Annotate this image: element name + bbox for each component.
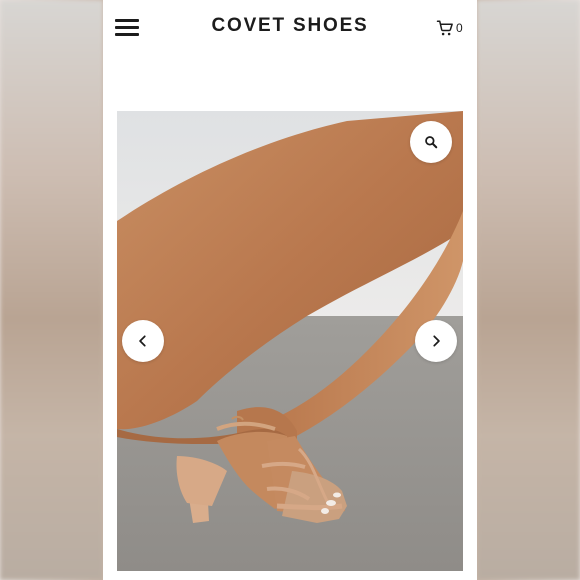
blurred-background-left — [0, 0, 103, 580]
site-header: COVET SHOES 0 — [103, 0, 477, 56]
shopping-cart-icon — [436, 20, 453, 36]
next-image-button[interactable] — [415, 320, 457, 362]
zoom-button[interactable] — [410, 121, 452, 163]
product-image-gallery[interactable] — [117, 111, 463, 571]
product-photo — [117, 111, 463, 571]
brand-logo-text[interactable]: COVET SHOES — [103, 15, 477, 37]
cart-count: 0 — [456, 21, 463, 35]
chevron-left-icon — [139, 335, 146, 347]
previous-image-button[interactable] — [122, 320, 164, 362]
blurred-background-right — [477, 0, 580, 580]
chevron-right-icon — [433, 335, 440, 347]
mobile-page: COVET SHOES 0 — [103, 0, 477, 580]
zoom-magnifier-icon — [425, 136, 438, 149]
cart-button[interactable]: 0 — [436, 18, 463, 38]
